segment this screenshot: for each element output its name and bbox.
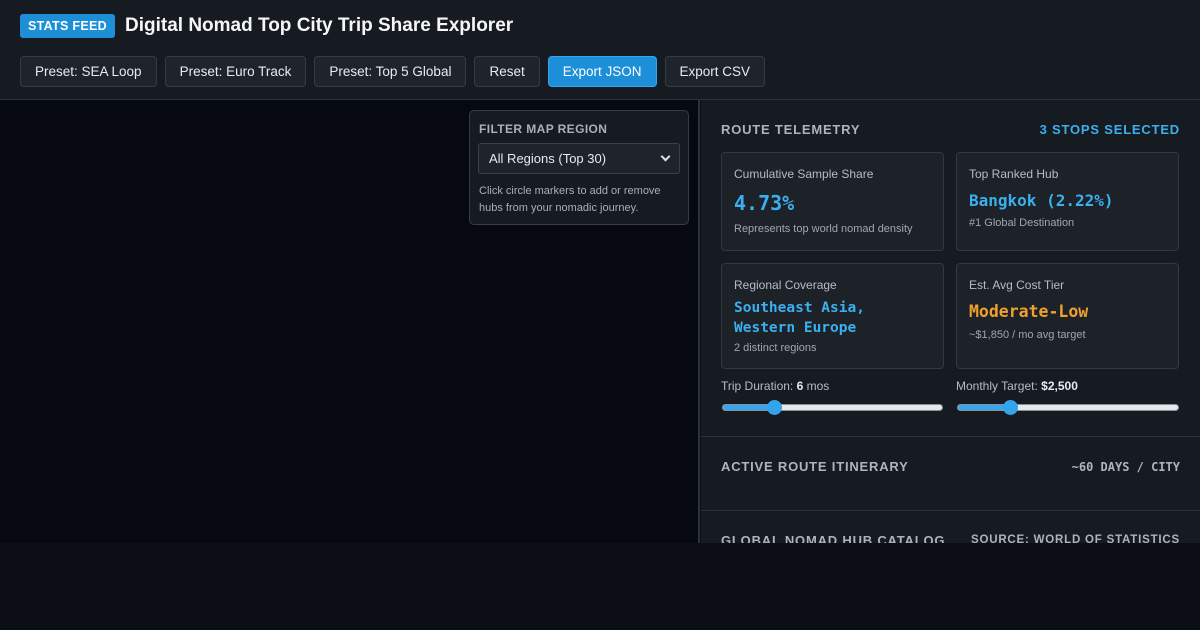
card-value: 4.73% (734, 191, 795, 215)
monthly-target-label: Monthly Target: $2,500 (956, 379, 1078, 393)
route-telemetry-heading: Route Telemetry (721, 122, 861, 137)
top-header: STATS FEED Digital Nomad Top City Trip S… (0, 0, 1200, 100)
chevron-down-icon (660, 151, 671, 162)
trip-duration-slider[interactable] (722, 400, 943, 415)
card-label: Top Ranked Hub (969, 167, 1059, 181)
preset-euro-track-button[interactable]: Preset: Euro Track (164, 56, 307, 87)
cumulative-share-card: Cumulative Sample Share 4.73% Represents… (721, 152, 944, 251)
catalog-heading: Global Nomad Hub Catalog (721, 533, 946, 543)
region-select[interactable]: All Regions (Top 30) (478, 143, 680, 174)
regional-coverage-card: Regional Coverage Southeast Asia, Wester… (721, 263, 944, 369)
monthly-target-slider[interactable] (957, 400, 1179, 415)
reset-button[interactable]: Reset (474, 56, 540, 87)
card-value: Moderate-Low (969, 302, 1089, 321)
cost-tier-card: Est. Avg Cost Tier Moderate-Low ~$1,850 … (956, 263, 1179, 369)
itinerary-heading: Active Route Itinerary (721, 459, 909, 474)
card-label: Est. Avg Cost Tier (969, 278, 1065, 292)
card-value: Southeast Asia, Western Europe (734, 300, 865, 336)
card-sub: #1 Global Destination (969, 217, 1075, 229)
export-json-button[interactable]: Export JSON (547, 56, 657, 87)
stats-feed-badge: STATS FEED (20, 14, 115, 38)
card-label: Cumulative Sample Share (734, 167, 874, 181)
card-sub: ~$1,850 / mo avg target (969, 329, 1086, 341)
toolbar: Preset: SEA Loop Preset: Euro Track Pres… (20, 56, 766, 87)
top-hub-card: Top Ranked Hub Bangkok (2.22%) #1 Global… (956, 152, 1179, 251)
section-divider (701, 510, 1200, 511)
filter-panel: Filter Map Region All Regions (Top 30) C… (469, 110, 689, 225)
card-sub: 2 distinct regions (734, 342, 817, 354)
region-select-value: All Regions (Top 30) (489, 151, 607, 166)
export-csv-button[interactable]: Export CSV (664, 56, 766, 87)
filter-title: Filter Map Region (479, 122, 608, 136)
card-label: Regional Coverage (734, 278, 837, 292)
side-panel: Route Telemetry 3 Stops Selected Cumulat… (701, 100, 1200, 543)
preset-sea-loop-button[interactable]: Preset: SEA Loop (20, 56, 157, 87)
trip-duration-value: 6 (796, 379, 804, 393)
stops-selected-count: 3 Stops Selected (1039, 122, 1180, 137)
catalog-source: Source: World of Statistics (971, 534, 1180, 543)
monthly-target-value: $2,500 (1041, 379, 1078, 393)
card-sub: Represents top world nomad density (734, 223, 913, 235)
preset-top5-global-button[interactable]: Preset: Top 5 Global (314, 56, 467, 87)
slider-thumb[interactable] (767, 400, 783, 415)
section-divider (701, 436, 1200, 437)
card-value: Bangkok (2.22%) (969, 191, 1114, 210)
filter-hint: Click circle markers to add or remove hu… (479, 185, 661, 214)
itinerary-note: ~60 days / city (1071, 460, 1180, 474)
map-canvas[interactable]: Filter Map Region All Regions (Top 30) C… (0, 100, 700, 543)
app-title: Digital Nomad Top City Trip Share Explor… (125, 15, 514, 36)
trip-duration-label: Trip Duration: 6 mos (721, 379, 830, 393)
slider-thumb[interactable] (1002, 400, 1018, 415)
